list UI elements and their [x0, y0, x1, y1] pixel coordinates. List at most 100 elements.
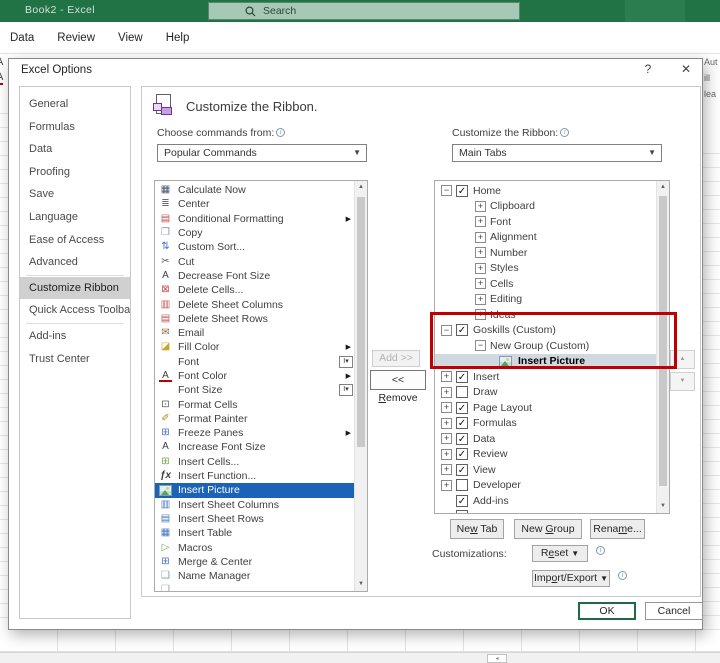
scroll-thumb[interactable]	[659, 196, 667, 486]
tree-item-add-ins[interactable]: ✓ Add-ins	[435, 493, 656, 509]
collapse-icon[interactable]: −	[475, 340, 486, 352]
expand-icon[interactable]: +	[475, 200, 486, 212]
command-item-email[interactable]: ✉ Email	[155, 326, 354, 340]
sidebar-item-data[interactable]: Data	[20, 138, 130, 161]
move-up-button[interactable]: ▲	[670, 350, 695, 369]
expand-icon[interactable]: +	[441, 371, 452, 383]
checkbox-checked[interactable]: ✓	[456, 494, 468, 507]
sidebar-item-advanced[interactable]: Advanced	[20, 251, 130, 274]
command-item-calculate-now[interactable]: ▦ Calculate Now	[155, 183, 354, 197]
search-input[interactable]: Search	[208, 2, 520, 20]
scroll-up-icon[interactable]: ▲	[355, 181, 367, 194]
sidebar-item-general[interactable]: General	[20, 93, 130, 116]
expand-icon[interactable]: +	[441, 479, 452, 491]
command-item-font[interactable]: Font Ι▾	[155, 355, 354, 369]
command-item-freeze-panes[interactable]: ⊞ Freeze Panes ▶	[155, 426, 354, 440]
sidebar-item-save[interactable]: Save	[20, 183, 130, 206]
tree-item-view[interactable]: + ✓ View	[435, 462, 656, 478]
sidebar-item-language[interactable]: Language	[20, 206, 130, 229]
tree-item-alignment[interactable]: + Alignment	[435, 230, 656, 246]
tree-item-font[interactable]: + Font	[435, 214, 656, 230]
scroll-down-icon[interactable]: ▼	[355, 578, 367, 591]
scroll-up-icon[interactable]: ▲	[657, 181, 669, 194]
customize-ribbon-dropdown[interactable]: Main Tabs ▼	[452, 144, 662, 162]
expand-icon[interactable]: +	[475, 216, 486, 228]
command-item-decrease-font-size[interactable]: A Decrease Font Size	[155, 269, 354, 283]
command-item-conditional-formatting[interactable]: ▤ Conditional Formatting ▶	[155, 212, 354, 226]
expand-icon[interactable]: +	[441, 433, 452, 445]
tree-item-insert[interactable]: + ✓ Insert	[435, 369, 656, 385]
rename-button[interactable]: Rename...	[590, 519, 645, 539]
command-item-cut[interactable]: ✂ Cut	[155, 254, 354, 268]
tree-item-styles[interactable]: + Styles	[435, 261, 656, 277]
tree-item-draw[interactable]: + Draw	[435, 385, 656, 401]
command-item-format-painter[interactable]: ✐ Format Painter	[155, 412, 354, 426]
expand-icon[interactable]: +	[475, 278, 486, 290]
tree-item-page-layout[interactable]: + ✓ Page Layout	[435, 400, 656, 416]
command-item[interactable]: ❏	[155, 583, 354, 591]
command-item-copy[interactable]: ❐ Copy	[155, 226, 354, 240]
reset-button[interactable]: Reset ▼	[532, 545, 588, 562]
command-item-insert-cells-[interactable]: ⊞ Insert Cells...	[155, 455, 354, 469]
checkbox-unchecked[interactable]	[456, 510, 468, 513]
move-down-button[interactable]: ▼	[670, 372, 695, 391]
sidebar-item-customize-ribbon[interactable]: Customize Ribbon	[20, 276, 130, 300]
expand-icon[interactable]: +	[441, 417, 452, 429]
sidebar-item-quick-access-toolbar[interactable]: Quick Access Toolbar	[20, 299, 130, 322]
tree-item-new-group-custom-[interactable]: − New Group (Custom)	[435, 338, 656, 354]
add-button[interactable]: Add >>	[372, 350, 420, 367]
sidebar-item-proofing[interactable]: Proofing	[20, 161, 130, 184]
tree-item-insert-picture[interactable]: Insert Picture	[435, 353, 656, 369]
command-item-format-cells[interactable]: ⊡ Format Cells	[155, 397, 354, 411]
tree-item-home[interactable]: − ✓ Home	[435, 183, 656, 199]
command-item-insert-picture[interactable]: Insert Picture	[155, 483, 354, 498]
command-item-delete-sheet-rows[interactable]: ▤ Delete Sheet Rows	[155, 312, 354, 326]
command-item-insert-function-[interactable]: ƒx Insert Function...	[155, 469, 354, 483]
checkbox-checked[interactable]: ✓	[456, 324, 468, 337]
sidebar-item-ease-of-access[interactable]: Ease of Access	[20, 229, 130, 252]
tree-item-clipboard[interactable]: + Clipboard	[435, 199, 656, 215]
command-item-insert-sheet-columns[interactable]: ▥ Insert Sheet Columns	[155, 498, 354, 512]
menu-item-view[interactable]: View	[118, 32, 143, 44]
command-item-insert-sheet-rows[interactable]: ▤ Insert Sheet Rows	[155, 512, 354, 526]
checkbox-unchecked[interactable]	[456, 479, 468, 492]
command-item-insert-table[interactable]: ▦ Insert Table	[155, 526, 354, 540]
remove-button[interactable]: << Remove	[370, 370, 426, 404]
menu-item-data[interactable]: Data	[10, 32, 34, 44]
command-item-fill-color[interactable]: ◪ Fill Color ▶	[155, 340, 354, 354]
sidebar-item-trust-center[interactable]: Trust Center	[20, 348, 130, 371]
checkbox-checked[interactable]: ✓	[456, 463, 468, 476]
tree-item-cells[interactable]: + Cells	[435, 276, 656, 292]
menu-item-review[interactable]: Review	[57, 32, 95, 44]
expand-icon[interactable]: +	[475, 262, 486, 274]
command-item-center[interactable]: ≣ Center	[155, 197, 354, 211]
expand-icon[interactable]: +	[441, 386, 452, 398]
menu-item-help[interactable]: Help	[166, 32, 190, 44]
new-tab-button[interactable]: New Tab	[450, 519, 504, 539]
collapse-icon[interactable]: −	[441, 185, 452, 197]
expand-icon[interactable]: +	[475, 293, 486, 305]
import-export-button[interactable]: Import/Export ▼	[532, 570, 610, 587]
sidebar-item-add-ins[interactable]: Add-ins	[20, 325, 130, 348]
command-item-font-color[interactable]: A Font Color ▶	[155, 369, 354, 383]
close-icon[interactable]: ✕	[678, 62, 694, 76]
sidebar-item-formulas[interactable]: Formulas	[20, 116, 130, 139]
tree-item[interactable]	[435, 509, 656, 513]
tree-item-formulas[interactable]: + ✓ Formulas	[435, 416, 656, 432]
expand-icon[interactable]: +	[475, 247, 486, 259]
sheet-scroll-handle[interactable]: ◂	[487, 654, 507, 663]
sheet-scrollbar-strip[interactable]: ◂	[0, 652, 720, 663]
choose-commands-dropdown[interactable]: Popular Commands ▼	[157, 144, 367, 162]
expand-icon[interactable]: +	[441, 402, 452, 414]
scroll-down-icon[interactable]: ▼	[657, 500, 669, 513]
checkbox-unchecked[interactable]	[456, 386, 468, 399]
tree-item-developer[interactable]: + Developer	[435, 478, 656, 494]
commands-scrollbar[interactable]: ▲ ▼	[354, 181, 367, 591]
tree-item-goskills-custom-[interactable]: − ✓ Goskills (Custom)	[435, 323, 656, 339]
checkbox-checked[interactable]: ✓	[456, 184, 468, 197]
expand-icon[interactable]: +	[441, 448, 452, 460]
help-icon[interactable]: ?	[640, 62, 656, 76]
tree-item-number[interactable]: + Number	[435, 245, 656, 261]
tree-item-editing[interactable]: + Editing	[435, 292, 656, 308]
checkbox-checked[interactable]: ✓	[456, 417, 468, 430]
